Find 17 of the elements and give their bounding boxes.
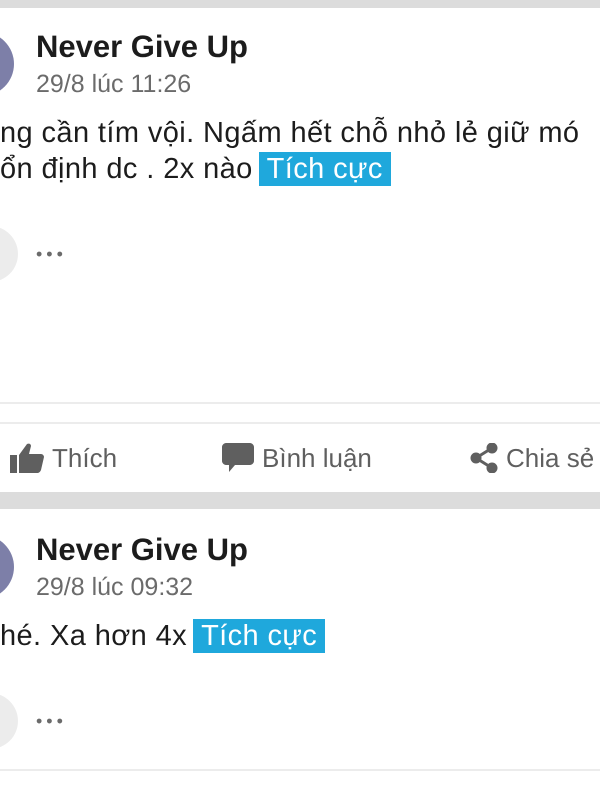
sentiment-tag: Tích cực	[258, 152, 391, 186]
author-name[interactable]: Never Give Up	[36, 533, 248, 567]
share-icon	[470, 443, 498, 473]
more-button[interactable]: •••	[36, 708, 67, 734]
speech-bubble-icon	[222, 443, 254, 473]
author-name[interactable]: Never Give Up	[36, 30, 248, 64]
post-text: hé. Xa hơn 4x	[0, 619, 188, 653]
like-button[interactable]: Thích	[0, 438, 222, 478]
post-time: 29/8 lúc 09:32	[36, 573, 194, 601]
post-time: 29/8 lúc 11:26	[36, 70, 192, 98]
sentiment-tag: Tích cực	[193, 619, 326, 653]
post-text: ổn định dc . 2x nào	[0, 152, 253, 186]
share-button[interactable]: Chia sẻ	[470, 438, 594, 478]
comment-button[interactable]: Bình luận	[222, 438, 470, 478]
more-button[interactable]: •••	[36, 240, 67, 268]
thumbs-up-icon	[10, 443, 44, 473]
post-text: ng cần tím vội. Ngấm hết chỗ nhỏ lẻ giữ mó	[0, 116, 580, 150]
